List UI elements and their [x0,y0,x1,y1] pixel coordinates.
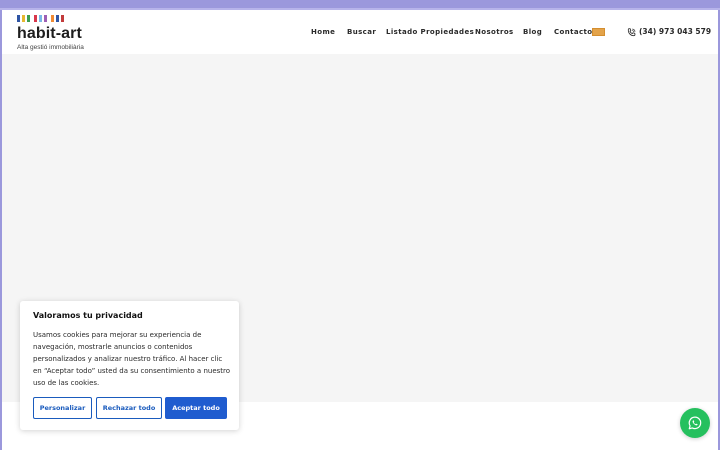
reject-all-button[interactable]: Rechazar todo [96,397,162,419]
logo-bar [34,15,37,22]
logo-bar [61,15,64,22]
nav-item-blog[interactable]: Blog [523,28,542,36]
cookie-banner-text: Usamos cookies para mejorar su experienc… [33,331,231,387]
whatsapp-button[interactable] [680,408,710,438]
phone-icon [627,28,636,37]
nav-item-nosotros[interactable]: Nosotros [475,28,514,36]
logo-bar [39,15,42,22]
cookie-banner-title: Valoramos tu privacidad [33,311,143,320]
site-header: habit-art Alta gestió immobiliària Home … [2,10,718,54]
accept-all-button[interactable]: Aceptar todo [165,397,227,419]
logo-color-bars [17,15,87,23]
flag-icon[interactable] [592,28,605,36]
nav-item-buscar[interactable]: Buscar [347,28,376,36]
logo-bar [51,15,54,22]
whatsapp-icon [688,416,702,430]
cookie-banner: Valoramos tu privacidad Usamos cookies p… [20,301,239,430]
top-accent-bar [0,0,720,8]
brand-tagline: Alta gestió immobiliària [17,44,84,51]
customize-button[interactable]: Personalizar [33,397,92,419]
logo-bar [22,15,25,22]
logo-bar [27,15,30,22]
nav-item-home[interactable]: Home [311,28,335,36]
nav-item-listado-propiedades[interactable]: Listado Propiedades [386,28,474,36]
brand-name: habit-art [17,25,82,42]
nav-item-contacto[interactable]: Contacto [554,28,593,36]
logo-bar [56,15,59,22]
logo-bar [17,15,20,22]
phone-number: (34) 973 043 579 [639,27,712,36]
brand-logo[interactable]: habit-art Alta gestió immobiliària [17,15,97,53]
logo-bar [44,15,47,22]
